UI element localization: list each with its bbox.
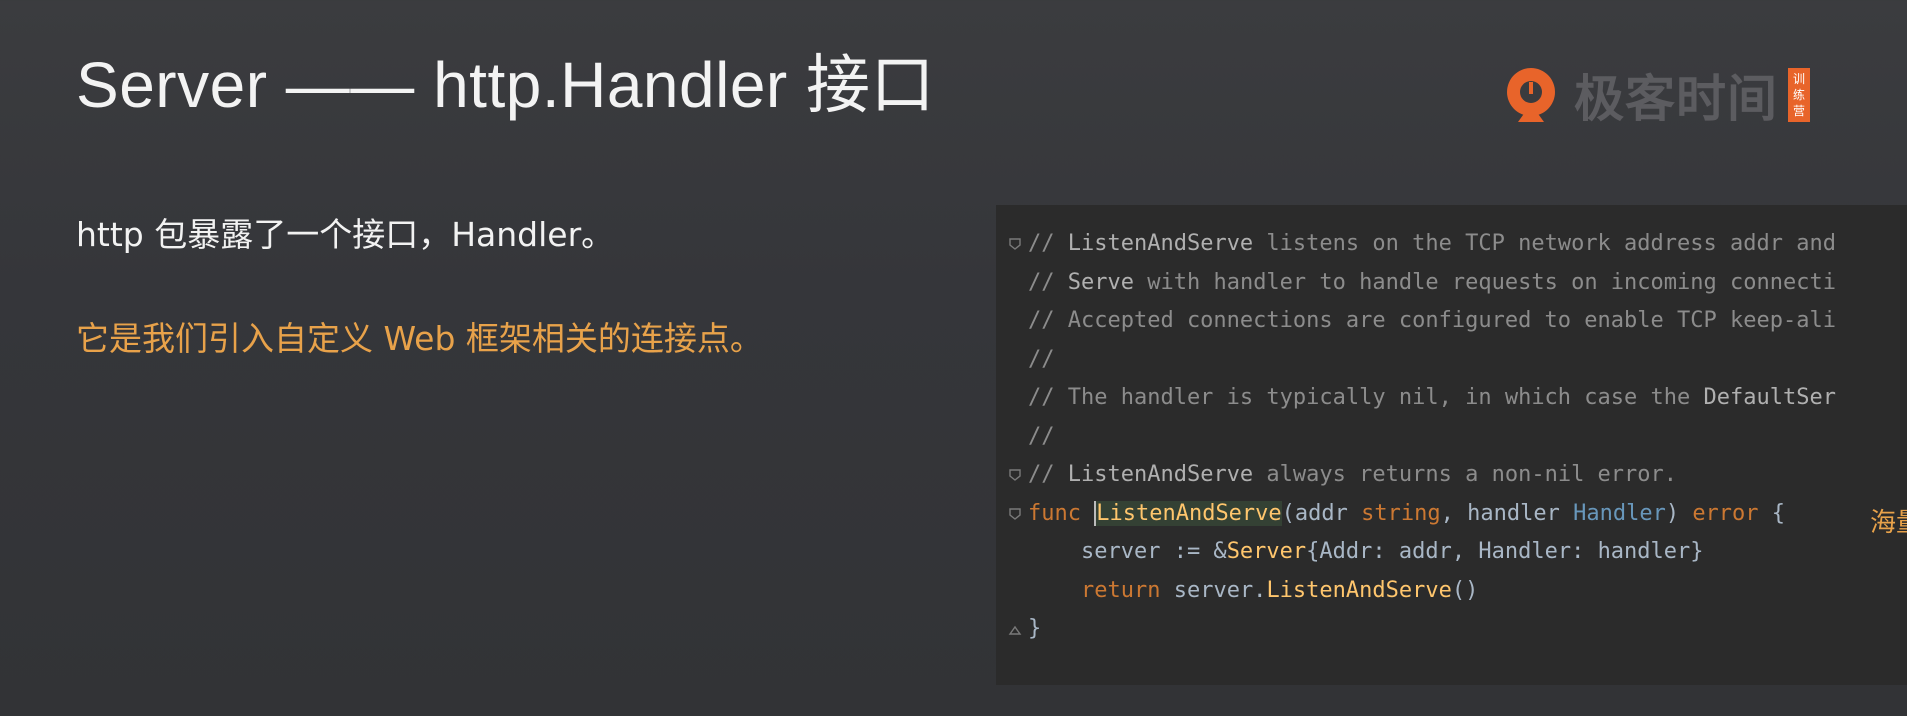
- code-token: ListenAndServe: [1067, 462, 1254, 487]
- code-line: }: [1028, 610, 1041, 648]
- code-line: // ListenAndServe always returns a non-n…: [1028, 456, 1677, 494]
- slide-title: Server —— http.Handler 接口: [76, 49, 935, 121]
- code-token: //: [1028, 231, 1068, 256]
- fold-icon[interactable]: [1008, 507, 1022, 521]
- code-token: Server: [1226, 539, 1307, 564]
- fold-icon[interactable]: [1008, 237, 1022, 251]
- code-token: }: [1028, 616, 1042, 641]
- code-token: always returns a non-nil error.: [1253, 462, 1678, 487]
- code-token: //: [1028, 269, 1068, 295]
- code-token: DefaultSer: [1703, 385, 1836, 410]
- code-token: //: [1028, 346, 1055, 372]
- code-line: // Serve with handler to handle requests…: [1028, 264, 1836, 302]
- code-token: // Accepted connections are configured t…: [1028, 308, 1836, 333]
- logo-badge-char: 训: [1792, 72, 1805, 86]
- code-panel: // ListenAndServe listens on the TCP net…: [996, 205, 1907, 685]
- code-token: // The handler is typically nil, in whic…: [1028, 385, 1704, 410]
- fold-icon[interactable]: [1008, 468, 1022, 482]
- side-note: 海量: [1870, 508, 1907, 538]
- highlight-text: 它是我们引入自定义 Web 框架相关的连接点。: [76, 319, 763, 358]
- code-token: server := &: [1028, 539, 1227, 564]
- logo-badge-char: 营: [1792, 104, 1805, 118]
- code-token: Serve: [1067, 269, 1134, 295]
- code-line: return server.ListenAndServe(): [1028, 572, 1478, 610]
- code-token: Handler: [1573, 500, 1666, 526]
- code-token: ListenAndServe: [1094, 500, 1282, 526]
- code-token: , handler: [1440, 500, 1574, 526]
- code-token: //: [1028, 462, 1068, 487]
- code-token: string: [1361, 500, 1441, 526]
- code-token: (addr: [1281, 500, 1362, 526]
- geektime-logo: 极客时间 训 练 营: [1500, 58, 1810, 132]
- code-token: ): [1665, 500, 1693, 526]
- code-token: func: [1028, 500, 1095, 526]
- fold-icon[interactable]: [1008, 622, 1022, 636]
- code-line: // The handler is typically nil, in whic…: [1028, 379, 1836, 417]
- intro-text: http 包暴露了一个接口，Handler。: [76, 215, 615, 254]
- code-line: // Accepted connections are configured t…: [1028, 302, 1836, 340]
- code-token: ListenAndServe: [1067, 231, 1254, 256]
- code-token: ListenAndServe: [1266, 577, 1452, 603]
- logo-badge-char: 练: [1792, 88, 1805, 102]
- code-token: server.: [1160, 577, 1267, 603]
- code-line: //: [1028, 341, 1055, 379]
- code-token: error: [1692, 500, 1759, 526]
- geektime-logo-icon: [1500, 64, 1562, 126]
- code-token: {: [1758, 500, 1786, 526]
- code-token: {Addr: addr, Handler: handler}: [1306, 539, 1704, 564]
- code-line: server := &Server{Addr: addr, Handler: h…: [1028, 533, 1704, 571]
- code-token: listens on the TCP network address addr …: [1253, 231, 1836, 256]
- code-token: return: [1080, 577, 1161, 603]
- logo-text: 极客时间: [1574, 70, 1778, 128]
- code-line: //: [1028, 418, 1055, 456]
- code-token: with handler to handle requests on incom…: [1133, 269, 1836, 295]
- code-line: // ListenAndServe listens on the TCP net…: [1028, 225, 1836, 263]
- code-token: //: [1028, 423, 1055, 449]
- logo-badge: 训 练 营: [1788, 68, 1810, 122]
- code-token: (): [1451, 577, 1479, 603]
- code-line: func ListenAndServe(addr string, handler…: [1028, 495, 1785, 533]
